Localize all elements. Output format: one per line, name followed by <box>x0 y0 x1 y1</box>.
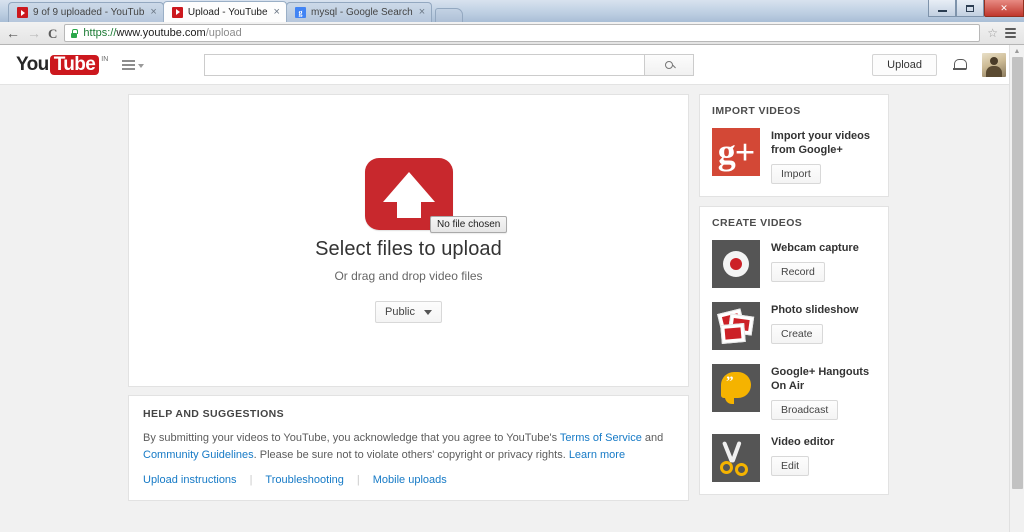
import-videos-card: IMPORT VIDEOS g+ Import your videos from… <box>699 94 889 197</box>
help-links: Upload instructions | Troubleshooting | … <box>143 474 674 486</box>
list-item: g+ Import your videos from Google+ Impor… <box>712 128 876 184</box>
help-title: HELP AND SUGGESTIONS <box>143 408 285 420</box>
reload-icon[interactable]: C <box>48 27 57 40</box>
tab-close-icon[interactable]: × <box>274 6 280 18</box>
help-text-part1: By submitting your videos to YouTube, yo… <box>143 432 560 444</box>
tab-title: Upload - YouTube <box>187 6 268 18</box>
search-icon <box>665 60 674 69</box>
hamburger-icon <box>122 59 136 70</box>
browser-tab-1[interactable]: Upload - YouTube × <box>162 1 287 22</box>
terms-of-service-link[interactable]: Terms of Service <box>560 432 642 444</box>
youtube-favicon <box>171 6 183 18</box>
search-button[interactable] <box>644 53 695 76</box>
help-text-and: and <box>641 432 664 444</box>
help-paragraph: By submitting your videos to YouTube, yo… <box>143 430 674 464</box>
record-button[interactable]: Record <box>771 262 825 282</box>
webcam-record-icon <box>712 240 760 288</box>
privacy-dropdown[interactable]: Public <box>375 301 442 323</box>
sidebar: IMPORT VIDEOS g+ Import your videos from… <box>699 94 889 531</box>
create-button[interactable]: Create <box>771 324 823 344</box>
back-icon[interactable]: ← <box>6 26 20 40</box>
masthead-actions: Upload <box>872 52 1006 77</box>
search-bar <box>204 53 695 76</box>
browser-toolbar: ← → C https://www.youtube.com/upload ☆ <box>0 22 1024 45</box>
link-separator: | <box>249 474 253 486</box>
bell-icon[interactable] <box>953 58 967 72</box>
chrome-menu-icon[interactable] <box>1005 28 1018 38</box>
google-plus-icon: g+ <box>712 128 760 176</box>
list-item: ” Google+ Hangouts On Air Broadcast <box>712 364 876 420</box>
scrollbar-thumb[interactable] <box>1012 57 1023 489</box>
close-window-button[interactable]: ✕ <box>984 0 1024 17</box>
help-and-suggestions-card: HELP AND SUGGESTIONS By submitting your … <box>128 395 689 501</box>
upload-button[interactable]: Upload <box>872 53 937 76</box>
link-separator: | <box>356 474 360 486</box>
avatar[interactable] <box>982 52 1006 77</box>
photo-slideshow-label: Photo slideshow <box>771 304 859 316</box>
no-file-chosen-label[interactable]: No file chosen <box>430 216 508 233</box>
new-tab-button[interactable] <box>435 8 464 22</box>
tab-title: 9 of 9 uploaded - YouTub <box>33 7 145 18</box>
create-videos-title: CREATE VIDEOS <box>712 217 803 229</box>
logo-you-text: You <box>16 53 49 75</box>
minimize-button[interactable] <box>928 0 956 17</box>
logo-country-code: IN <box>101 55 109 63</box>
video-editor-label: Video editor <box>771 436 835 448</box>
url-path: /upload <box>205 27 242 39</box>
url-host: www.youtube.com <box>116 27 206 39</box>
webcam-capture-label: Webcam capture <box>771 242 859 254</box>
maximize-button[interactable] <box>956 0 984 17</box>
logo-tube-text: Tube <box>49 54 100 75</box>
troubleshooting-link[interactable]: Troubleshooting <box>265 474 343 486</box>
upload-dropzone[interactable]: No file chosen Select files to upload Or… <box>128 94 689 387</box>
upload-title: Select files to upload <box>315 238 502 260</box>
help-text-part2: . Please be sure not to violate others' … <box>253 449 569 461</box>
address-bar[interactable]: https://www.youtube.com/upload <box>64 24 981 42</box>
tab-close-icon[interactable]: × <box>419 7 425 18</box>
chevron-down-icon <box>423 309 432 315</box>
google-favicon: g <box>294 7 306 18</box>
privacy-selected-value: Public <box>385 306 415 318</box>
import-videos-label: Import your videos from Google+ <box>771 130 871 156</box>
browser-tab-0[interactable]: 9 of 9 uploaded - YouTub × <box>8 2 164 22</box>
youtube-logo[interactable]: You Tube IN <box>16 53 109 75</box>
list-item: Video editor Edit <box>712 434 876 482</box>
hangouts-on-air-label: Google+ Hangouts On Air <box>771 366 870 392</box>
youtube-masthead: You Tube IN Upload <box>0 45 1024 85</box>
page-scrollbar[interactable]: ▲ <box>1009 45 1024 532</box>
tab-title: mysql - Google Search <box>310 7 413 18</box>
upload-subtitle: Or drag and drop video files <box>334 269 483 283</box>
edit-button[interactable]: Edit <box>771 456 810 476</box>
broadcast-button[interactable]: Broadcast <box>771 400 839 420</box>
page-content: No file chosen Select files to upload Or… <box>0 85 1024 531</box>
youtube-favicon <box>17 7 28 18</box>
import-videos-title: IMPORT VIDEOS <box>712 105 801 117</box>
guide-menu-button[interactable] <box>122 59 145 70</box>
lock-icon <box>70 28 79 38</box>
create-videos-card: CREATE VIDEOS Webcam capture Record Phot… <box>699 206 889 495</box>
search-input[interactable] <box>204 53 645 76</box>
browser-tab-2[interactable]: g mysql - Google Search × <box>285 2 433 22</box>
tab-close-icon[interactable]: × <box>150 7 156 18</box>
list-item: Photo slideshow Create <box>712 302 876 350</box>
chevron-down-icon <box>138 64 145 68</box>
photo-slideshow-icon <box>712 302 760 350</box>
main-column: No file chosen Select files to upload Or… <box>128 94 689 531</box>
scissors-icon <box>712 434 760 482</box>
community-guidelines-link[interactable]: Community Guidelines <box>143 449 254 461</box>
hangouts-icon: ” <box>712 364 760 412</box>
url-scheme: https:// <box>83 27 117 39</box>
browser-tab-strip: 9 of 9 uploaded - YouTub × Upload - YouT… <box>0 0 1024 22</box>
bookmark-star-icon[interactable]: ☆ <box>987 27 998 39</box>
page-viewport: You Tube IN Upload No file chosen Select… <box>0 45 1024 532</box>
learn-more-link[interactable]: Learn more <box>569 449 625 461</box>
upload-instructions-link[interactable]: Upload instructions <box>143 474 237 486</box>
window-controls: ✕ <box>928 0 1024 17</box>
import-button[interactable]: Import <box>771 164 821 184</box>
scroll-up-icon[interactable]: ▲ <box>1010 45 1024 57</box>
forward-icon: → <box>27 25 41 41</box>
mobile-uploads-link[interactable]: Mobile uploads <box>373 474 447 486</box>
list-item: Webcam capture Record <box>712 240 876 288</box>
